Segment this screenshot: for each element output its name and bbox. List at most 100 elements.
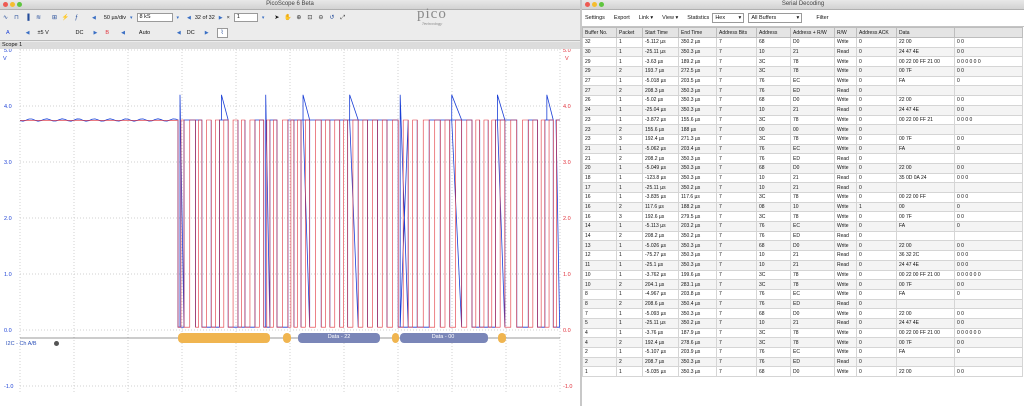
table-row[interactable]: 5 1 -25.11 µs 350.2 µs 7 10 21 Read 0 24 47 4E 0 0 bbox=[582, 317, 1023, 329]
table-row[interactable]: 24 1 -25.04 µs 350.3 µs 7 10 21 Read 0 24 47 4E 0 … bbox=[582, 104, 1023, 116]
filter-button[interactable]: Filter bbox=[816, 15, 828, 21]
column-header[interactable]: Packet bbox=[616, 27, 643, 38]
ack-marker[interactable] bbox=[283, 333, 291, 343]
table-row[interactable]: 14 2 208.2 µs 350.2 µs 7 76 ED Read 0 bbox=[582, 230, 1023, 242]
channel-b-down-arrow[interactable]: ◀ bbox=[121, 30, 125, 36]
column-header[interactable]: R/W bbox=[834, 27, 857, 38]
link-menu[interactable]: Link ▾ bbox=[639, 15, 653, 21]
samples-dropdown-icon[interactable]: ▾ bbox=[177, 15, 180, 21]
channel-a-coupling-arrow[interactable]: ▶ bbox=[94, 30, 98, 36]
export-menu[interactable]: Export bbox=[614, 15, 630, 21]
buffer-select[interactable]: All Buffers ▾ bbox=[748, 13, 803, 23]
channels-icon[interactable]: ⊞ bbox=[50, 14, 59, 22]
table-row[interactable]: 10 1 -3.762 µs 199.6 µs 7 3C 78 Write 0 00 22 00 … bbox=[582, 269, 1023, 281]
channel-b-coupling[interactable]: DC bbox=[187, 30, 201, 36]
timebase-dropdown-icon[interactable]: ▾ bbox=[130, 15, 133, 21]
hand-tool-icon[interactable]: ✋ bbox=[283, 14, 292, 22]
table-row[interactable]: 16 1 -3.835 µs 117.6 µs 7 3C 78 Write 0 00 22 00 … bbox=[582, 192, 1023, 203]
ack-marker[interactable] bbox=[392, 333, 399, 343]
zoom-to-fit-icon[interactable]: ⤢ bbox=[338, 14, 347, 22]
table-row[interactable]: 23 1 -3.872 µs 155.6 µs 7 3C 78 Write 0 00 22 00 … bbox=[582, 114, 1023, 126]
table-row[interactable]: 11 1 -25.1 µs 350.3 µs 7 10 21 Read 0 24 47 4E 0 0… bbox=[582, 259, 1023, 271]
table-row[interactable]: 20 1 -5.049 µs 350.3 µs 7 68 D0 Write 0 22 00 0 0 bbox=[582, 162, 1023, 174]
channel-a-coupling[interactable]: DC bbox=[76, 30, 90, 36]
column-header[interactable]: Address ACK bbox=[856, 27, 897, 38]
channel-b-coupling-arrow[interactable]: ▶ bbox=[205, 30, 209, 36]
scope-plot[interactable]: 5.0 4.0 3.0 2.0 1.0 0.0 -1.0 5.0 4.0 3.0 2.0 1.0 0.… bbox=[0, 49, 580, 406]
buffer-prev-arrow[interactable]: ◀ bbox=[187, 15, 191, 21]
zoom-dropdown-icon[interactable]: ▾ bbox=[262, 15, 265, 21]
zoom-in-icon[interactable]: ⊕ bbox=[294, 14, 303, 22]
sample-count-field[interactable]: 8 kS bbox=[136, 13, 173, 22]
scope-mode-icon[interactable]: ∿ bbox=[1, 14, 10, 22]
table-row[interactable]: 14 1 -5.113 µs 203.2 µs 7 76 EC Write 0 FA 0 bbox=[582, 221, 1023, 232]
persistence-mode-icon[interactable]: ⊓ bbox=[12, 14, 21, 22]
table-row[interactable]: 30 1 -25.11 µs 350.3 µs 7 10 21 Read 0 24 47 4E 0 … bbox=[582, 46, 1023, 58]
table-row[interactable]: 26 1 -5.02 µs 350.3 µs 7 68 D0 Write 0 22 00 0 0 bbox=[582, 95, 1023, 106]
channel-b-range[interactable]: Auto bbox=[139, 30, 173, 36]
table-row[interactable]: 1 1 -5.035 µs 350.3 µs 7 68 D0 Write 0 22 00 0 0 bbox=[582, 366, 1023, 378]
table-row[interactable]: 23 2 155.6 µs 188 µs 7 00 00 Write 0 bbox=[582, 124, 1023, 135]
undo-zoom-icon[interactable]: ↺ bbox=[327, 14, 336, 22]
timebase-select[interactable]: 50 µs/div bbox=[104, 15, 126, 21]
column-header[interactable]: Start Time bbox=[642, 27, 679, 38]
decoder-close-button[interactable] bbox=[585, 2, 590, 7]
table-row[interactable]: 21 1 -5.062 µs 203.4 µs 7 76 EC Write 0 FA 0 bbox=[582, 143, 1023, 155]
statistics-button[interactable]: Statistics bbox=[687, 15, 709, 21]
table-row[interactable]: 7 1 -5.093 µs 350.3 µs 7 68 D0 Write 0 22 00 0 0 bbox=[582, 308, 1023, 319]
table-row[interactable]: 10 2 204.1 µs 283.1 µs 7 3C 78 Write 0 00 7F 0 0 bbox=[582, 279, 1023, 290]
table-row[interactable]: 4 2 192.4 µs 278.6 µs 7 3C 78 Write 0 00 7F 0 0 bbox=[582, 337, 1023, 348]
table-row[interactable]: 16 2 117.6 µs 188.2 µs 7 08 10 Write 1 00 0 bbox=[582, 201, 1023, 213]
column-header[interactable]: Buffer No. bbox=[582, 27, 617, 38]
table-row[interactable]: 8 1 -4.967 µs 203.8 µs 7 76 EC Write 0 FA 0 bbox=[582, 288, 1023, 300]
channel-a-label[interactable]: A bbox=[6, 30, 10, 36]
math-icon[interactable]: ƒ bbox=[72, 14, 81, 22]
decoder-zoom-button[interactable] bbox=[599, 2, 604, 7]
channel-a-down-arrow[interactable]: ◀ bbox=[26, 30, 30, 36]
pointer-tool-icon[interactable]: ➤ bbox=[272, 14, 281, 22]
table-row[interactable]: 13 1 -5.026 µs 350.3 µs 7 68 D0 Write 0 22 00 0 0 bbox=[582, 240, 1023, 252]
settings-menu[interactable]: Settings bbox=[585, 15, 605, 21]
table-row[interactable]: 21 2 208.2 µs 350.3 µs 7 76 ED Read 0 bbox=[582, 153, 1023, 164]
table-row[interactable]: 12 1 -75.27 µs 350.3 µs 7 10 21 Read 0 36 32 2C 0 … bbox=[582, 250, 1023, 261]
trigger-icon[interactable]: ⚡ bbox=[61, 14, 70, 22]
column-header[interactable] bbox=[954, 27, 1023, 38]
table-row[interactable]: 16 3 192.6 µs 279.5 µs 7 3C 78 Write 0 00 7F 0 0 bbox=[582, 211, 1023, 223]
table-row[interactable]: 29 2 193.7 µs 272.5 µs 7 3C 78 Write 0 00 7F 0 0 bbox=[582, 66, 1023, 77]
table-row[interactable]: 27 2 208.3 µs 350.3 µs 7 76 ED Read 0 bbox=[582, 85, 1023, 97]
zoom-window-button[interactable] bbox=[17, 2, 22, 7]
table-row[interactable]: 32 1 -5.112 µs 350.2 µs 7 68 D0 Write 0 22 00 0 0 bbox=[582, 37, 1023, 48]
ack-marker[interactable] bbox=[262, 333, 270, 343]
table-row[interactable]: 4 1 -3.76 µs 187.9 µs 7 3C 78 Write 0 00 22 00 FF… bbox=[582, 327, 1023, 339]
zoom-region-icon[interactable]: ⊡ bbox=[305, 14, 314, 22]
zoom-factor-field[interactable]: 1 bbox=[233, 13, 258, 22]
minimize-window-button[interactable] bbox=[10, 2, 15, 7]
channel-b-label[interactable]: B bbox=[105, 30, 109, 36]
channel-b-range-arrow[interactable]: ◀ bbox=[177, 30, 181, 36]
format-select[interactable]: Hex ▾ bbox=[712, 13, 745, 23]
table-row[interactable]: 17 1 -25.11 µs 350.2 µs 7 10 21 Read 0 bbox=[582, 182, 1023, 193]
table-row[interactable]: 27 1 -5.018 µs 203.5 µs 7 76 EC Write 0 FA 0 bbox=[582, 75, 1023, 87]
buffer-next-arrow[interactable]: ▶ bbox=[219, 15, 223, 21]
table-row[interactable]: 23 3 192.4 µs 271.3 µs 7 3C 78 Write 0 00 7F 0 0 bbox=[582, 133, 1023, 145]
table-row[interactable]: 18 1 -123.8 µs 350.3 µs 7 10 21 Read 0 35 0D 0A 2… bbox=[582, 172, 1023, 184]
column-header[interactable]: Address + R/W bbox=[790, 27, 835, 38]
scope-view-tab[interactable]: Scope 1 bbox=[0, 42, 580, 49]
spectrum-mode-icon[interactable]: ▐ bbox=[23, 14, 32, 22]
ack-marker[interactable] bbox=[498, 333, 506, 343]
channel-a-range[interactable]: ±5 V bbox=[38, 30, 72, 36]
view-menu[interactable]: View ▾ bbox=[662, 15, 678, 21]
serial-mode-icon[interactable]: ≋ bbox=[34, 14, 43, 22]
table-row[interactable]: 29 1 -3.63 µs 189.2 µs 7 3C 78 Write 0 00 22 00 F… bbox=[582, 56, 1023, 68]
table-row[interactable]: 8 2 208.6 µs 350.4 µs 7 76 ED Read 0 bbox=[582, 298, 1023, 310]
column-header[interactable]: End Time bbox=[678, 27, 717, 38]
timebase-down-arrow[interactable]: ◀ bbox=[92, 15, 96, 21]
column-header[interactable]: Address Bits bbox=[716, 27, 757, 38]
table-row[interactable]: 2 2 208.7 µs 350.3 µs 7 76 ED Read 0 bbox=[582, 356, 1023, 368]
decoder-minimize-button[interactable] bbox=[592, 2, 597, 7]
auto-setup-icon[interactable]: ⌇ bbox=[216, 28, 228, 38]
zoom-out-icon[interactable]: ⊖ bbox=[316, 14, 325, 22]
column-header[interactable]: Address bbox=[756, 27, 791, 38]
address-packet[interactable] bbox=[178, 333, 268, 343]
decode-info-icon[interactable] bbox=[54, 341, 59, 346]
